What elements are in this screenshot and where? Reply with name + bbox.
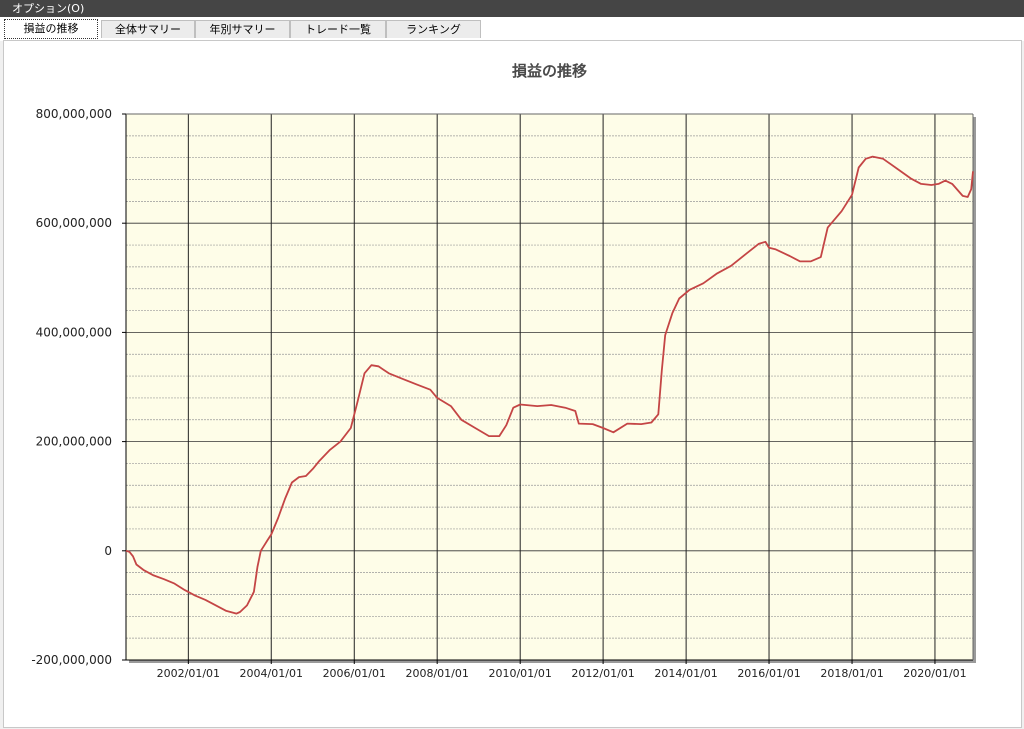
y-tick-label: -200,000,000 [31,653,112,667]
profit-chart: 損益の推移 800,000,000 600,000,000 400,000,000 20… [31,62,976,680]
x-tick-label: 2018/01/01 [820,667,883,680]
x-tick-label: 2004/01/01 [240,667,303,680]
x-tick-label: 2002/01/01 [157,667,220,680]
x-tick-label: 2016/01/01 [737,667,800,680]
chart-title: 損益の推移 [512,62,587,80]
x-tick-label: 2020/01/01 [903,667,966,680]
x-tick-label: 2006/01/01 [323,667,386,680]
y-tick-label: 0 [104,544,112,558]
x-tick-label: 2010/01/01 [488,667,551,680]
y-tick-label: 600,000,000 [36,216,112,230]
y-tick-label: 200,000,000 [36,435,112,449]
x-tick-label: 2012/01/01 [571,667,634,680]
x-tick-label: 2014/01/01 [654,667,717,680]
y-tick-label: 800,000,000 [36,107,112,121]
x-tick-label: 2008/01/01 [405,667,468,680]
y-tick-label: 400,000,000 [36,325,112,339]
plot-area [126,114,973,660]
